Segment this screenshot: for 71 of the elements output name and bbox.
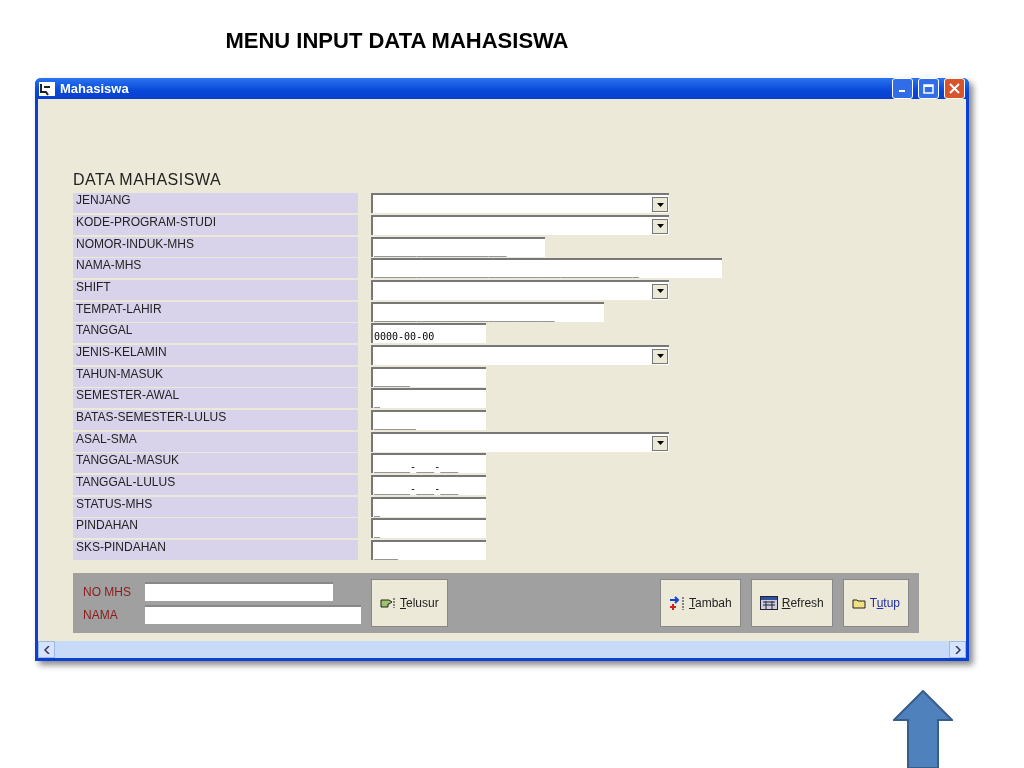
chevron-left-icon bbox=[43, 645, 50, 654]
horizontal-scrollbar[interactable] bbox=[38, 641, 966, 658]
close-button[interactable] bbox=[944, 78, 965, 100]
app-icon bbox=[39, 81, 55, 96]
window-title: Mahasiswa bbox=[60, 81, 130, 97]
dropdown-button[interactable] bbox=[652, 348, 668, 364]
search-button[interactable]: Telusur bbox=[371, 579, 448, 627]
action-button[interactable]: Tambah bbox=[660, 579, 741, 627]
search-field[interactable] bbox=[145, 582, 333, 601]
action-button[interactable]: Tutup bbox=[842, 579, 909, 627]
field-label: SHIFT bbox=[73, 279, 358, 300]
field-label: JENIS-KELAMIN bbox=[73, 344, 358, 365]
field-label: NAMA-MHS bbox=[73, 258, 358, 279]
input-field[interactable]: ____ bbox=[371, 540, 486, 561]
dropdown-field[interactable] bbox=[371, 344, 669, 365]
slide-title: MENU INPUT DATA MAHASISWA bbox=[225, 28, 569, 54]
dropdown-button[interactable] bbox=[652, 218, 668, 234]
dropdown-field[interactable] bbox=[371, 214, 669, 235]
field-label: TANGGAL-MASUK bbox=[73, 453, 358, 474]
field-label: TAHUN-MASUK bbox=[73, 366, 358, 387]
field-label: PINDAHAN bbox=[73, 518, 358, 539]
input-field[interactable]: ______ bbox=[371, 366, 486, 387]
input-field[interactable]: _ bbox=[371, 388, 486, 409]
input-field[interactable]: _ bbox=[371, 518, 486, 539]
dropdown-field[interactable] bbox=[371, 431, 669, 452]
dropdown-button[interactable] bbox=[652, 197, 668, 213]
field-label: SEMESTER-AWAL bbox=[73, 388, 358, 409]
input-field[interactable]: 0000-00-00 bbox=[371, 323, 486, 344]
dropdown-field[interactable] bbox=[371, 279, 669, 300]
field-label: TANGGAL-LULUS bbox=[73, 475, 358, 496]
dropdown-field[interactable] bbox=[371, 193, 669, 214]
close-icon bbox=[949, 83, 960, 95]
caret-icon bbox=[656, 224, 664, 229]
input-field[interactable]: _______ bbox=[371, 410, 486, 431]
arrow-plus-icon bbox=[669, 596, 685, 610]
input-field[interactable]: ______-___-___ bbox=[371, 475, 486, 496]
caret-icon bbox=[656, 441, 664, 446]
field-label: JENJANG bbox=[73, 193, 358, 214]
action-button[interactable]: Refresh bbox=[750, 579, 833, 627]
dropdown-button[interactable] bbox=[652, 435, 668, 451]
input-field[interactable]: ____________________________________________ bbox=[371, 258, 722, 279]
field-label: ASAL-SMA bbox=[73, 431, 358, 452]
maximize-icon bbox=[923, 83, 934, 94]
folder-icon bbox=[851, 597, 866, 609]
scroll-right-button[interactable] bbox=[949, 641, 966, 658]
caret-icon bbox=[656, 202, 664, 207]
field-label: TANGGAL bbox=[73, 323, 358, 344]
input-field[interactable]: ______________________________ bbox=[371, 301, 604, 322]
input-field[interactable]: ______________________ bbox=[371, 236, 545, 257]
search-label: NAMA bbox=[83, 607, 119, 622]
caret-icon bbox=[656, 354, 664, 359]
form-heading: DATA MAHASISWA bbox=[73, 171, 223, 190]
maximize-button[interactable] bbox=[918, 78, 939, 100]
field-label: BATAS-SEMESTER-LULUS bbox=[73, 410, 358, 431]
up-arrow-icon bbox=[893, 690, 953, 768]
input-field[interactable]: ______-___-___ bbox=[371, 453, 486, 474]
search-field[interactable] bbox=[145, 605, 361, 624]
field-label: STATUS-MHS bbox=[73, 496, 358, 517]
search-label: NO MHS bbox=[83, 584, 131, 599]
field-label: SKS-PINDAHAN bbox=[73, 540, 358, 561]
window-grid-icon bbox=[759, 596, 778, 610]
field-label: TEMPAT-LAHIR bbox=[73, 301, 358, 322]
field-label: KODE-PROGRAM-STUDI bbox=[73, 214, 358, 235]
caret-icon bbox=[656, 289, 664, 294]
chevron-right-icon bbox=[954, 645, 961, 654]
hand-pointer-icon bbox=[380, 597, 396, 609]
minimize-button[interactable] bbox=[892, 78, 913, 100]
field-label: NOMOR-INDUK-MHS bbox=[73, 236, 358, 257]
dropdown-button[interactable] bbox=[652, 283, 668, 299]
input-field[interactable]: _ bbox=[371, 496, 486, 517]
scroll-left-button[interactable] bbox=[38, 641, 55, 658]
